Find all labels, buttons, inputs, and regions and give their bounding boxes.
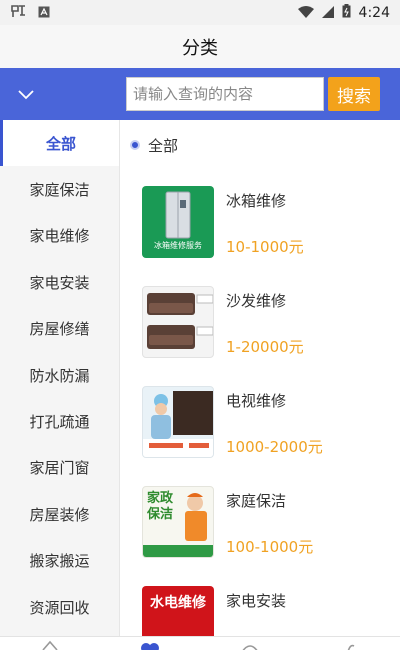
product-item[interactable]: 沙发维修 1-20000元 — [120, 270, 400, 370]
chevron-down-icon — [18, 90, 34, 100]
sidebar-item-renovation[interactable]: 房屋装修 — [0, 491, 119, 537]
nav-category-button[interactable] — [140, 637, 160, 650]
product-item[interactable]: 家政保洁 家庭保洁 100-1000元 — [120, 470, 400, 570]
nav-message-button[interactable] — [240, 637, 260, 650]
sidebar-item-waterproofing[interactable]: 防水防漏 — [0, 352, 119, 398]
sidebar-item-label: 家居门窗 — [29, 459, 90, 478]
wifi-icon — [297, 3, 314, 22]
sidebar-item-doors-windows[interactable]: 家居门窗 — [0, 445, 119, 491]
home-icon — [42, 640, 58, 650]
radio-selected-icon — [130, 140, 140, 150]
sidebar-item-label: 防水防漏 — [29, 366, 90, 385]
thumbnail-caption: 冰箱维修服务 — [154, 241, 202, 250]
status-bar: 4:24 — [0, 0, 400, 25]
product-thumbnail: 水电维修 — [142, 586, 214, 636]
product-price: 100-1000元 — [226, 538, 314, 556]
product-name: 沙发维修 — [226, 292, 287, 310]
category-sidebar: 全部 家庭保洁 家电维修 家电安装 房屋修缮 防水防漏 打孔疏通 家居门窗 房屋… — [0, 120, 120, 636]
product-price: 10-1000元 — [226, 238, 304, 256]
battery-icon — [342, 3, 351, 22]
sidebar-item-label: 房屋装修 — [29, 505, 90, 524]
location-dropdown-button[interactable] — [14, 82, 38, 106]
sidebar-item-label: 家电安装 — [29, 273, 90, 292]
sidebar-item-appliance-repair[interactable]: 家电维修 — [0, 213, 119, 259]
sidebar-item-moving[interactable]: 搬家搬运 — [0, 538, 119, 584]
message-icon — [242, 645, 258, 650]
page-title: 分类 — [182, 37, 218, 59]
product-name: 冰箱维修 — [226, 192, 287, 210]
product-name: 电视维修 — [226, 392, 287, 410]
keyboard-notification-icon — [38, 3, 50, 22]
sidebar-item-label: 资源回收 — [29, 598, 90, 617]
status-time: 4:24 — [358, 4, 390, 21]
product-thumbnail: 家政保洁 — [142, 486, 214, 558]
category-icon — [141, 643, 159, 650]
sidebar-item-label: 搬家搬运 — [29, 552, 90, 571]
bottom-navigation — [0, 636, 400, 650]
product-name: 家庭保洁 — [226, 492, 287, 510]
nav-home-button[interactable] — [40, 637, 60, 650]
page-header: 分类 — [0, 25, 400, 68]
search-bar: 搜索 — [0, 68, 400, 120]
thumbnail-caption: 水电维修 — [150, 595, 206, 611]
product-price: 1000-2000元 — [226, 438, 323, 456]
filter-label: 全部 — [148, 136, 179, 155]
search-button[interactable]: 搜索 — [328, 77, 380, 111]
product-thumbnail — [142, 386, 214, 458]
product-thumbnail: 冰箱维修服务 — [142, 186, 214, 258]
product-thumbnail — [142, 286, 214, 358]
sidebar-item-recycling[interactable]: 资源回收 — [0, 584, 119, 630]
search-input[interactable] — [126, 77, 324, 111]
product-list-panel: 全部 冰箱维修服务 冰箱维修 10-1000元 沙发维修 1-20000元 电视… — [120, 120, 400, 636]
sidebar-item-drilling-unclogging[interactable]: 打孔疏通 — [0, 398, 119, 444]
product-item[interactable]: 冰箱维修服务 冰箱维修 10-1000元 — [120, 170, 400, 270]
sidebar-item-all[interactable]: 全部 — [0, 120, 119, 167]
sidebar-item-label: 家庭保洁 — [29, 181, 90, 200]
sidebar-item-label: 打孔疏通 — [29, 413, 90, 432]
sidebar-item-home-cleaning[interactable]: 家庭保洁 — [0, 166, 119, 212]
filter-all-radio[interactable]: 全部 — [120, 120, 400, 170]
product-price: 1-20000元 — [226, 338, 304, 356]
sidebar-item-house-repair[interactable]: 房屋修缮 — [0, 306, 119, 352]
product-name: 家电安装 — [226, 592, 287, 610]
sidebar-item-appliance-install[interactable]: 家电安装 — [0, 259, 119, 305]
profile-icon — [347, 644, 355, 650]
app-notification-icon — [10, 3, 28, 22]
signal-icon — [321, 3, 334, 22]
product-item[interactable]: 电视维修 1000-2000元 — [120, 370, 400, 470]
product-item[interactable]: 水电维修 家电安装 — [120, 570, 400, 636]
sidebar-item-label: 房屋修缮 — [29, 320, 90, 339]
sidebar-item-label: 全部 — [45, 134, 76, 153]
sidebar-item-label: 家电维修 — [29, 227, 90, 246]
nav-profile-button[interactable] — [340, 637, 360, 650]
